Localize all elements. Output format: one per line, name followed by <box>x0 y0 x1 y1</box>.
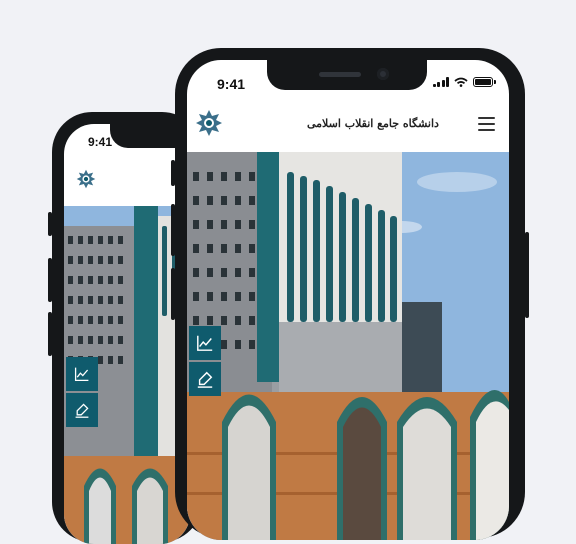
hamburger-menu-icon[interactable] <box>478 117 495 131</box>
camera-icon <box>377 68 389 80</box>
status-time: 9:41 <box>88 135 113 149</box>
campus-hero-image <box>187 152 509 540</box>
phone-front-volume-up <box>171 204 175 256</box>
header-title: دانشگاه جامع انقلاب اسلامی <box>307 117 439 130</box>
phone-back-volume-up <box>48 258 52 302</box>
battery-icon <box>473 77 496 87</box>
line-chart-icon <box>197 335 213 351</box>
line-chart-icon <box>74 367 89 382</box>
phone-back-volume-down <box>48 312 52 356</box>
stats-button[interactable] <box>189 326 221 360</box>
sign-button[interactable] <box>189 362 221 396</box>
wifi-icon <box>454 77 468 87</box>
side-toolbar <box>66 357 98 429</box>
phone-front-power-button <box>525 232 529 318</box>
pen-sign-icon <box>197 371 213 388</box>
phone-front-mute-switch <box>171 160 175 186</box>
status-icons <box>432 77 496 87</box>
app-header: دانشگاه جامع انقلاب اسلامی <box>187 102 509 152</box>
phone-back-mute-switch <box>48 212 52 236</box>
phone-front: 9:41 دانشگاه جامع انقلاب اسلامی <box>175 48 525 540</box>
pen-sign-icon <box>75 403 89 418</box>
side-toolbar <box>189 326 221 398</box>
phone-back-screen: 9:41 <box>64 124 190 544</box>
phone-front-volume-down <box>171 268 175 320</box>
sign-button[interactable] <box>66 393 98 427</box>
university-logo-icon[interactable] <box>195 108 223 138</box>
stats-button[interactable] <box>66 357 98 391</box>
status-time: 9:41 <box>217 76 246 92</box>
notch <box>267 60 427 90</box>
phone-front-screen: 9:41 دانشگاه جامع انقلاب اسلامی <box>187 60 509 540</box>
cellular-signal-icon <box>432 77 449 87</box>
university-logo-icon[interactable] <box>76 168 96 190</box>
speaker <box>319 72 361 77</box>
